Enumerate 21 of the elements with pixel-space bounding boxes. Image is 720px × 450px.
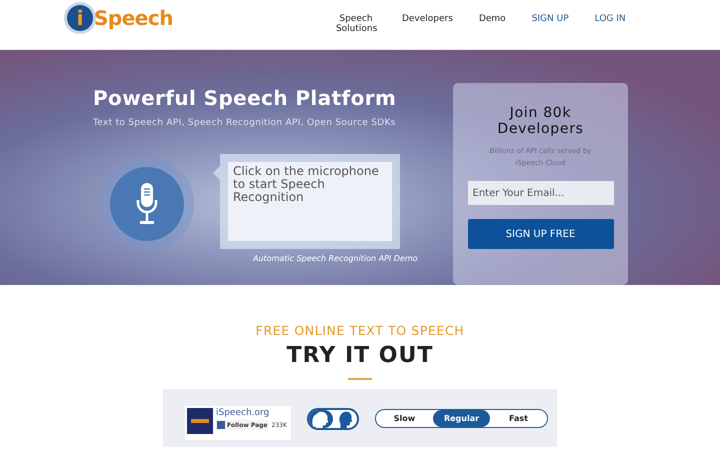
microphone-icon xyxy=(136,182,158,226)
logo-mark[interactable]: i xyxy=(67,5,93,31)
section-title: TRY IT OUT xyxy=(286,343,434,368)
nav-link[interactable]: Speech Solutions xyxy=(336,14,376,34)
nav-link[interactable]: Demo xyxy=(478,14,506,34)
speed-option[interactable]: Regular xyxy=(433,410,490,427)
nav-link[interactable]: SIGN UP xyxy=(532,14,569,34)
section-kicker: FREE ONLINE TEXT TO SPEECH xyxy=(256,323,464,338)
demo-caption: Automatic Speech Recognition API Demo xyxy=(253,254,419,263)
nav-link[interactable]: LOG IN xyxy=(594,14,626,34)
page-name[interactable]: iSpeech.org xyxy=(216,408,287,418)
hero-title: Powerful Speech Platform xyxy=(93,86,398,110)
female-voice-button[interactable] xyxy=(309,410,333,428)
recognition-text: Click on the microphone to start Speech Recognition xyxy=(228,162,392,241)
nav-link[interactable]: Developers xyxy=(402,14,453,34)
hero-subtitle: Text to Speech API, Speech Recognition API, Open Source SDKs xyxy=(93,118,397,128)
microphone-button[interactable] xyxy=(110,167,184,241)
page-thumbnail xyxy=(187,408,213,434)
signup-title: Join 80k Developers xyxy=(496,105,585,137)
email-field[interactable]: Enter Your Email... xyxy=(468,181,614,205)
signup-button[interactable]: SIGN UP FREE xyxy=(468,219,614,249)
